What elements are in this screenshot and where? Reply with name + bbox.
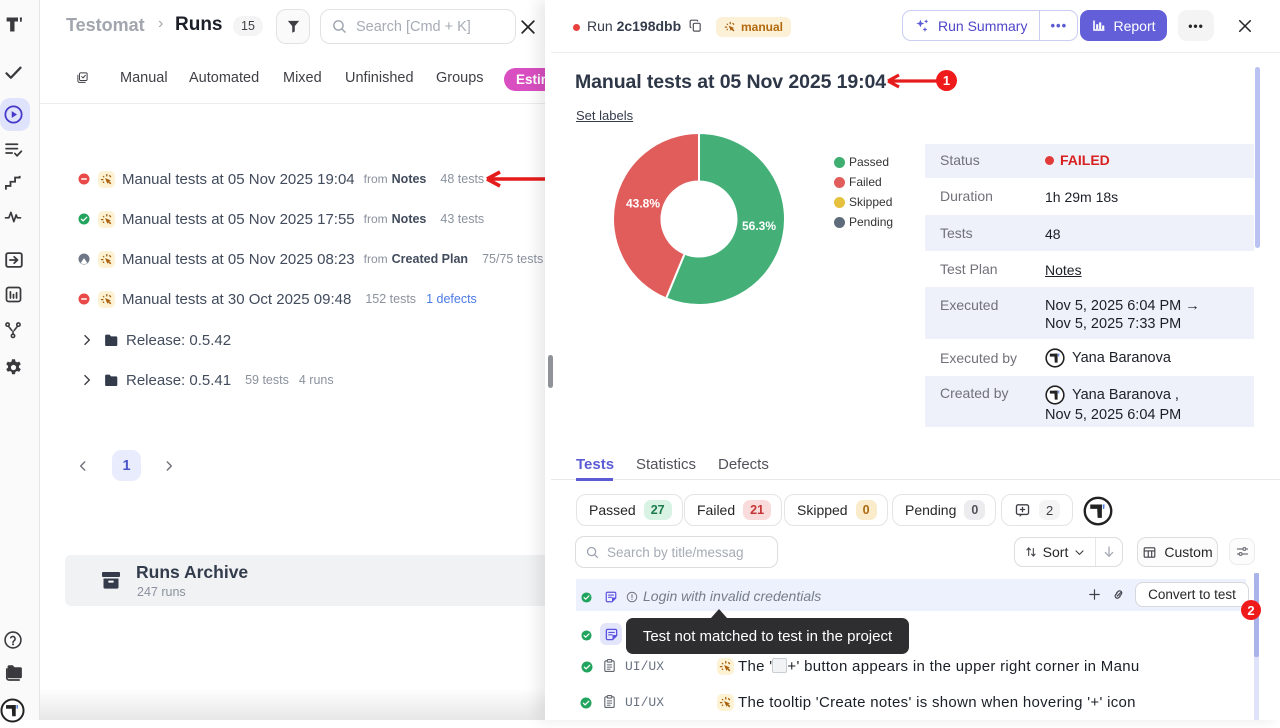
svg-text:56.3%: 56.3%: [742, 219, 776, 233]
svg-text:43.8%: 43.8%: [626, 197, 660, 211]
